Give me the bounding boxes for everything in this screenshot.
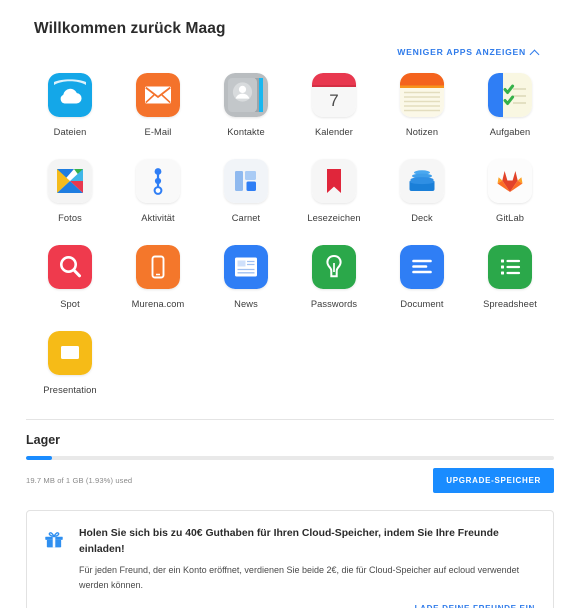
upgrade-storage-button[interactable]: UPGRADE-SPEICHER — [433, 468, 554, 493]
storage-title: Lager — [26, 433, 61, 447]
app-tile-presentation[interactable]: Presentation — [26, 325, 114, 397]
gitlab-fox-icon — [488, 159, 532, 203]
app-label: GitLab — [496, 213, 524, 223]
bookmark-icon — [312, 159, 356, 203]
presentation-icon — [48, 331, 92, 375]
search-icon — [48, 245, 92, 289]
app-label: E-Mail — [144, 127, 172, 137]
storage-usage-text: 19.7 MB of 1 GB (1.93%) used — [26, 476, 133, 485]
app-tile-deck[interactable]: Deck — [378, 153, 466, 225]
app-label: Aktivität — [141, 213, 175, 223]
app-label: Document — [400, 299, 444, 309]
storage-progress-bar — [26, 456, 554, 460]
news-article-icon — [224, 245, 268, 289]
app-label: Presentation — [43, 385, 97, 395]
toggle-apps-row: WENIGER APPS ANZEIGEN — [34, 38, 546, 59]
invite-friends-button[interactable]: LADE DEINE FREUNDE EIN — [415, 604, 535, 608]
app-tile-spot[interactable]: Spot — [26, 239, 114, 311]
app-tile-aktivit-t[interactable]: Aktivität — [114, 153, 202, 225]
app-label: Passwords — [310, 299, 358, 309]
app-tile-news[interactable]: News — [202, 239, 290, 311]
storage-section: Lager 19.7 MB of 1 GB (1.93%) used UPGRA… — [0, 420, 580, 493]
page-header: Willkommen zurück Maag WENIGER APPS ANZE… — [0, 0, 580, 59]
app-tile-fotos[interactable]: Fotos — [26, 153, 114, 225]
document-icon — [400, 245, 444, 289]
app-label: News — [234, 299, 258, 309]
app-tile-gitlab[interactable]: GitLab — [466, 153, 554, 225]
app-label: Deck — [411, 213, 433, 223]
app-tile-kalender[interactable]: 7 Kalender — [290, 67, 378, 139]
phone-icon — [136, 245, 180, 289]
promo-body: Holen Sie sich bis zu 40€ Guthaben für I… — [79, 526, 535, 608]
app-label: Spreadsheet — [483, 299, 537, 309]
home-page: Willkommen zurück Maag WENIGER APPS ANZE… — [0, 0, 580, 608]
app-label: Carnet — [231, 213, 261, 223]
calendar-icon: 7 — [312, 73, 356, 117]
app-tile-carnet[interactable]: Carnet — [202, 153, 290, 225]
notes-icon — [400, 73, 444, 117]
app-label: Spot — [60, 299, 80, 309]
app-label: Lesezeichen — [307, 213, 361, 223]
carnet-icon — [224, 159, 268, 203]
app-tile-lesezeichen[interactable]: Lesezeichen — [290, 153, 378, 225]
svg-text:7: 7 — [329, 91, 338, 110]
app-label: Fotos — [58, 213, 82, 223]
promo-cta-row: LADE DEINE FREUNDE EIN — [79, 604, 535, 608]
contact-icon — [224, 73, 268, 117]
app-tile-notizen[interactable]: Notizen — [378, 67, 466, 139]
spreadsheet-icon — [488, 245, 532, 289]
deck-icon — [400, 159, 444, 203]
key-icon — [312, 245, 356, 289]
app-tile-passwords[interactable]: Passwords — [290, 239, 378, 311]
app-tile-kontakte[interactable]: Kontakte — [202, 67, 290, 139]
app-label: Kalender — [314, 127, 353, 137]
envelope-icon — [136, 73, 180, 117]
referral-promo-card: Holen Sie sich bis zu 40€ Guthaben für I… — [26, 510, 554, 608]
promo-title: Holen Sie sich bis zu 40€ Guthaben für I… — [79, 528, 499, 556]
storage-info-row: 19.7 MB of 1 GB (1.93%) used UPGRADE-SPE… — [26, 468, 554, 493]
app-label: Kontakte — [227, 127, 265, 137]
page-title: Willkommen zurück Maag — [34, 20, 226, 37]
toggle-apps-label: WENIGER APPS ANZEIGEN — [397, 47, 526, 57]
app-tile-dateien[interactable]: Dateien — [26, 67, 114, 139]
app-tile-aufgaben[interactable]: Aufgaben — [466, 67, 554, 139]
apps-grid: Dateien E-Mail Kontakte 7 Kalender Notiz… — [0, 57, 580, 397]
activity-icon — [136, 159, 180, 203]
app-tile-e-mail[interactable]: E-Mail — [114, 67, 202, 139]
gift-icon — [43, 526, 65, 608]
app-tile-document[interactable]: Document — [378, 239, 466, 311]
tasks-icon — [488, 73, 532, 117]
toggle-apps-button[interactable]: WENIGER APPS ANZEIGEN — [397, 47, 540, 59]
app-label: Murena.com — [131, 299, 185, 309]
photos-icon — [48, 159, 92, 203]
app-label: Notizen — [405, 127, 439, 137]
app-tile-spreadsheet[interactable]: Spreadsheet — [466, 239, 554, 311]
storage-progress-fill — [26, 456, 53, 460]
app-label: Dateien — [53, 127, 87, 137]
app-label: Aufgaben — [489, 127, 531, 137]
cloud-icon — [48, 73, 92, 117]
promo-description: Für jeden Freund, der ein Konto eröffnet… — [79, 565, 520, 590]
app-tile-murena-com[interactable]: Murena.com — [114, 239, 202, 311]
